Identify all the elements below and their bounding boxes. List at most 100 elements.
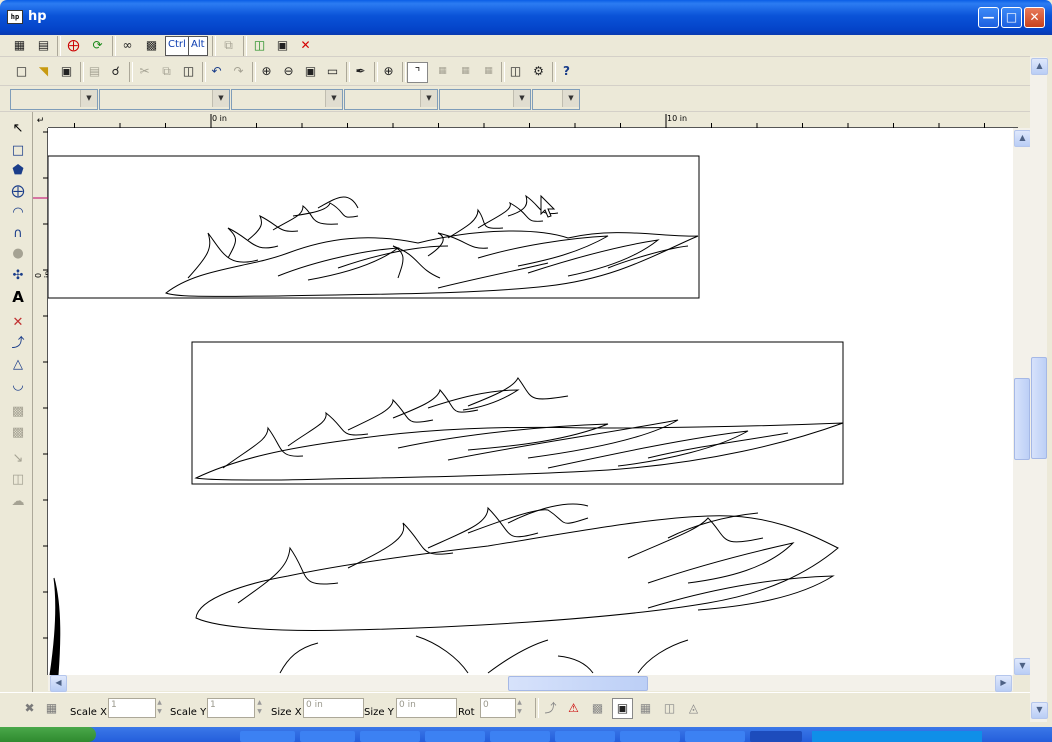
- taskbar-item[interactable]: [490, 731, 550, 742]
- distribute-icon[interactable]: ◫: [660, 699, 679, 718]
- mirror-icon[interactable]: ◫: [9, 471, 27, 489]
- filled-flame-partial[interactable]: [49, 577, 61, 675]
- export-icon[interactable]: ◫: [250, 36, 269, 55]
- flame-tongue[interactable]: [415, 635, 469, 674]
- delete-icon[interactable]: ✕: [296, 36, 315, 55]
- redo-icon[interactable]: ↷: [229, 62, 248, 81]
- horizontal-ruler[interactable]: 0 in 10 in: [48, 114, 1018, 128]
- zoom-fit-icon[interactable]: ▭: [323, 62, 342, 81]
- layer-combo[interactable]: ▼: [10, 89, 98, 110]
- flame-tongue[interactable]: [507, 503, 589, 524]
- paste-icon[interactable]: ◫: [179, 62, 198, 81]
- help-pointer-icon[interactable]: ?: [557, 62, 576, 81]
- flame-tongue[interactable]: [607, 245, 689, 269]
- grid-half-icon[interactable]: ▦: [456, 62, 475, 81]
- flame-tongue[interactable]: [347, 398, 434, 431]
- flame-tongue[interactable]: [427, 232, 489, 257]
- rectangle-tool-icon[interactable]: □: [9, 142, 27, 160]
- select-arrow-icon[interactable]: ↖: [9, 120, 27, 138]
- save-icon[interactable]: ▣: [273, 36, 292, 55]
- page-setup-icon[interactable]: ◫: [506, 62, 525, 81]
- save-file-icon[interactable]: ▣: [57, 62, 76, 81]
- scale-y-spinner-icon[interactable]: ▲ ▼: [254, 698, 265, 716]
- undo-icon[interactable]: ↶: [207, 62, 226, 81]
- knife-tool-icon[interactable]: ⤴: [9, 335, 27, 353]
- open-folder-icon[interactable]: ◥: [34, 62, 53, 81]
- snap-icon[interactable]: ⊕: [379, 62, 398, 81]
- maximize-button[interactable]: □: [1001, 7, 1022, 28]
- cut-icon[interactable]: ✂: [135, 62, 154, 81]
- window-scroll-thumb[interactable]: [1031, 357, 1047, 459]
- bezier-tool-icon[interactable]: ∩: [9, 225, 27, 243]
- scroll-up-icon[interactable]: ▲: [1014, 130, 1031, 147]
- properties-icon[interactable]: ▦: [10, 36, 29, 55]
- size-x-input[interactable]: 0 in: [303, 698, 364, 718]
- flame-tongue[interactable]: [392, 245, 441, 279]
- flame-tongue[interactable]: [227, 227, 279, 259]
- scroll-up-icon[interactable]: ▲: [1031, 58, 1048, 75]
- close-button[interactable]: ✕: [1024, 7, 1045, 28]
- target-icon[interactable]: ⨁: [64, 36, 83, 55]
- link-icon[interactable]: ∞: [118, 36, 137, 55]
- color-combo[interactable]: ▼: [439, 89, 531, 110]
- flame-tongue[interactable]: [272, 204, 339, 231]
- settings-icon[interactable]: ⚙: [529, 62, 548, 81]
- copy-icon[interactable]: ⧉: [157, 62, 176, 81]
- flame-tongue[interactable]: [279, 642, 319, 674]
- flame-tongue[interactable]: [427, 389, 520, 411]
- flame-tongue[interactable]: [222, 426, 304, 469]
- scale-y-input[interactable]: 1: [207, 698, 255, 718]
- shape-tool-icon[interactable]: ●: [9, 245, 27, 263]
- vertical-scroll-thumb[interactable]: [1014, 378, 1030, 460]
- scroll-down-icon[interactable]: ▼: [1031, 702, 1048, 719]
- table-icon[interactable]: ▦: [42, 699, 61, 718]
- flame-tongue[interactable]: [287, 411, 369, 447]
- pen-tool-icon[interactable]: ✒: [351, 62, 370, 81]
- panel-frame-2[interactable]: [191, 341, 844, 485]
- fillet-tool-icon[interactable]: ◡: [9, 377, 27, 395]
- zoom-in-icon[interactable]: ⊕: [257, 62, 276, 81]
- canvas-horizontal-scrollbar[interactable]: ◀ ▶: [48, 675, 1013, 692]
- warning-icon[interactable]: ⚠: [564, 699, 583, 718]
- scroll-left-icon[interactable]: ◀: [50, 675, 67, 692]
- align-icon[interactable]: ↘: [9, 450, 27, 468]
- flame-tongue[interactable]: [467, 377, 569, 407]
- panel-frame-1[interactable]: [48, 155, 700, 299]
- arrange-icon[interactable]: ◬: [684, 699, 703, 718]
- stamp-icon[interactable]: ▩: [588, 699, 607, 718]
- arc-tool-icon[interactable]: ◠: [9, 204, 27, 222]
- minimize-button[interactable]: —: [978, 7, 999, 28]
- text-tool-icon[interactable]: A: [9, 288, 27, 306]
- weld-icon[interactable]: ☁: [9, 493, 27, 511]
- flame-tongue[interactable]: [447, 208, 504, 239]
- scale-x-spinner-icon[interactable]: ▲ ▼: [154, 698, 165, 716]
- flame-tongue[interactable]: [392, 388, 479, 419]
- rotation-spinner-icon[interactable]: ▲ ▼: [514, 698, 525, 716]
- flame-outline-3[interactable]: [195, 515, 839, 631]
- window-vertical-scrollbar[interactable]: ▲ ▼: [1030, 57, 1048, 722]
- size-combo[interactable]: ▼: [344, 89, 438, 110]
- scroll-right-icon[interactable]: ▶: [995, 675, 1012, 692]
- start-button[interactable]: [0, 727, 96, 742]
- center-icon[interactable]: ▦: [636, 699, 655, 718]
- move-tool-icon[interactable]: ✣: [9, 267, 27, 285]
- flame-tongue[interactable]: [477, 235, 609, 267]
- ctrl-key-button[interactable]: Ctrl: [165, 36, 189, 56]
- group-icon[interactable]: ▩: [9, 403, 27, 421]
- print-preview-icon[interactable]: ☌: [106, 62, 125, 81]
- trim-tool-icon[interactable]: ✕: [9, 314, 27, 332]
- new-file-icon[interactable]: □: [12, 62, 31, 81]
- flame-tongue[interactable]: [627, 517, 764, 559]
- taskbar-item[interactable]: [685, 731, 745, 742]
- taskbar-item-active[interactable]: [750, 731, 802, 742]
- horizontal-scroll-thumb[interactable]: [508, 676, 648, 691]
- grid-icon[interactable]: ▦: [433, 62, 452, 81]
- flame-tongue[interactable]: [487, 639, 549, 674]
- title-bar[interactable]: [0, 0, 1052, 35]
- flame-tongue[interactable]: [467, 509, 589, 534]
- flame-tongue[interactable]: [437, 262, 549, 289]
- width-combo[interactable]: ▼: [532, 89, 580, 110]
- taskbar-item[interactable]: [555, 731, 615, 742]
- vertical-ruler[interactable]: 0 in: [33, 128, 52, 675]
- grid-snap-icon[interactable]: ⌝: [407, 62, 428, 83]
